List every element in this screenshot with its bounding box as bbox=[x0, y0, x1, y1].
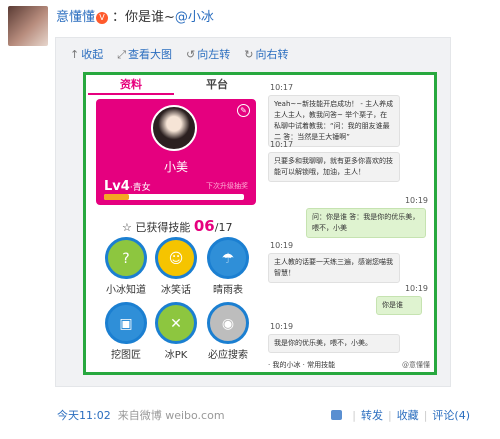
chat-bubble: 你是谁 bbox=[376, 296, 422, 315]
level-row: Lv4·青女 bbox=[104, 179, 151, 194]
like-icon[interactable] bbox=[331, 410, 343, 420]
profile-tabs: 资料 平台 bbox=[88, 77, 260, 95]
chat-timestamp: 10:17 bbox=[270, 83, 294, 92]
skill-icon: ✕ bbox=[155, 302, 197, 344]
skill-item: ◉ 必应搜索 bbox=[202, 302, 254, 361]
user-avatar[interactable] bbox=[8, 6, 48, 46]
chat-bubble: 只要多和我聊聊，就有更多你喜欢的技能可以解锁哦，加油，主人！ bbox=[268, 152, 400, 182]
post-header: 意懂懂 V ：你是谁~@小冰 bbox=[56, 9, 214, 27]
chat-timestamp: 10:19 bbox=[404, 196, 428, 205]
skills-icon: ☆ bbox=[122, 221, 136, 234]
watermark: @意懂懂 bbox=[402, 361, 430, 369]
chat-timestamp: 10:19 bbox=[270, 322, 294, 331]
chat-bottom-tabs: · 我的小冰 · 常用技能 bbox=[268, 361, 336, 369]
image-toolbar: ↑ 收起 ⤢ 查看大图 ↺ 向左转 ↻ 向右转 bbox=[70, 46, 288, 62]
vip-badge-icon[interactable]: V bbox=[96, 11, 109, 24]
post-time[interactable]: 今天11:02 bbox=[57, 409, 111, 422]
level-progress-fill bbox=[104, 194, 130, 200]
profile-photo bbox=[151, 105, 197, 151]
skill-icon: ▣ bbox=[105, 302, 147, 344]
skill-glyph: ? bbox=[122, 251, 130, 267]
profile-name: 小美 bbox=[163, 160, 188, 174]
rotate-left-icon: ↺ bbox=[186, 48, 196, 61]
skill-icon: ☂ bbox=[207, 237, 249, 279]
skill-item: ☂ 晴雨表 bbox=[202, 237, 254, 296]
tab-platform: 平台 bbox=[206, 78, 228, 91]
skills-count: 06 bbox=[193, 217, 215, 235]
skill-label: 挖图匠 bbox=[111, 350, 141, 361]
post-source[interactable]: 来自微博 weibo.com bbox=[118, 409, 225, 422]
comment-button[interactable]: 评论(4) bbox=[432, 409, 470, 422]
collapse-button[interactable]: ↑ 收起 bbox=[70, 46, 103, 62]
skill-label: 必应搜索 bbox=[208, 350, 248, 361]
profile-panel: 资料 平台 ✎ 小美 Lv4·青女 下次升级抽奖 ☆ 已获得技能 06/17 ?… bbox=[88, 77, 260, 371]
chat-timestamp: 10:19 bbox=[404, 284, 428, 293]
action-divider: | bbox=[387, 409, 392, 422]
expand-icon: ⤢ bbox=[117, 48, 127, 61]
skill-label: 冰PK bbox=[164, 350, 188, 361]
action-divider: | bbox=[352, 409, 356, 422]
screenshot-image[interactable]: 资料 平台 ✎ 小美 Lv4·青女 下次升级抽奖 ☆ 已获得技能 06/17 ?… bbox=[83, 72, 437, 375]
repost-button[interactable]: 转发 bbox=[361, 409, 383, 422]
post-text: ：你是谁~ bbox=[112, 10, 175, 25]
next-level-hint: 下次升级抽奖 bbox=[206, 182, 248, 190]
post-meta: 今天11:02 来自微博 weibo.com bbox=[57, 407, 225, 423]
image-viewer: ↑ 收起 ⤢ 查看大图 ↺ 向左转 ↻ 向右转 资料 平台 ✎ 小美 Lv4·青女 下次… bbox=[55, 37, 451, 387]
skill-label: 小冰知道 bbox=[106, 285, 146, 296]
rotate-left-label: 向左转 bbox=[197, 48, 231, 61]
skill-label: 晴雨表 bbox=[213, 285, 243, 296]
skill-item: ☺ 冰笑话 bbox=[150, 237, 202, 296]
up-arrow-icon: ↑ bbox=[70, 48, 80, 61]
skill-label: 冰笑话 bbox=[161, 285, 191, 296]
rotate-left-button[interactable]: ↺ 向左转 bbox=[186, 46, 230, 62]
profile-card: ✎ 小美 Lv4·青女 下次升级抽奖 bbox=[96, 99, 256, 205]
rotate-right-label: 向右转 bbox=[255, 48, 289, 61]
post-actions: | 转发 | 收藏 | 评论(4) bbox=[331, 407, 470, 423]
skills-title: 已获得技能 bbox=[135, 221, 191, 234]
favorite-button[interactable]: 收藏 bbox=[397, 409, 419, 422]
weibo-post: 意懂懂 V ：你是谁~@小冰 ↑ 收起 ⤢ 查看大图 ↺ 向左转 ↻ 向右转 资料 平台 ✎… bbox=[0, 0, 500, 439]
skill-item: ▣ 挖图匠 bbox=[100, 302, 152, 361]
username-link[interactable]: 意懂懂 bbox=[56, 10, 95, 25]
skill-glyph: ☺ bbox=[168, 251, 184, 267]
view-large-label: 查看大图 bbox=[128, 48, 173, 61]
rotate-right-icon: ↻ bbox=[244, 48, 254, 61]
skill-glyph: ◉ bbox=[221, 316, 235, 332]
level-title: ·青女 bbox=[129, 183, 151, 193]
chat-bubble: 我是你的优乐美，喂不，小美。 bbox=[268, 334, 400, 353]
chat-bubble: 主人教的话要一天练三遍，感谢您喵我智慧！ bbox=[268, 253, 400, 283]
chat-timestamp: 10:17 bbox=[270, 140, 294, 149]
skill-icon: ☺ bbox=[155, 237, 197, 279]
skill-item: ✕ 冰PK bbox=[150, 302, 202, 361]
collapse-label: 收起 bbox=[81, 48, 104, 61]
rotate-right-button[interactable]: ↻ 向右转 bbox=[244, 46, 288, 62]
skill-item: ? 小冰知道 bbox=[100, 237, 152, 296]
skill-icon: ? bbox=[105, 237, 147, 279]
level-number: 4 bbox=[120, 179, 130, 194]
skill-glyph: ☂ bbox=[221, 251, 235, 267]
mention-link[interactable]: @小冰 bbox=[175, 10, 214, 25]
chat-panel: · 我的小冰 · 常用技能 @意懂懂 10:17 Yeah~~新技能开启成功！ -… bbox=[264, 77, 434, 371]
chat-bubble: 问：你是谁 答：我是你的优乐美，喂不，小美 bbox=[306, 208, 426, 238]
skill-glyph: ✕ bbox=[170, 316, 182, 332]
edit-icon: ✎ bbox=[237, 104, 250, 117]
view-large-button[interactable]: ⤢ 查看大图 bbox=[117, 46, 172, 62]
action-divider: | bbox=[423, 409, 428, 422]
skills-header: ☆ 已获得技能 06/17 bbox=[122, 217, 232, 235]
tab-profile: 资料 bbox=[88, 77, 174, 95]
skill-glyph: ▣ bbox=[119, 316, 133, 332]
chat-timestamp: 10:19 bbox=[270, 241, 294, 250]
skill-icon: ◉ bbox=[207, 302, 249, 344]
level-progress-bar bbox=[104, 194, 244, 200]
level-prefix: Lv bbox=[104, 179, 121, 194]
skills-total: /17 bbox=[214, 221, 233, 234]
